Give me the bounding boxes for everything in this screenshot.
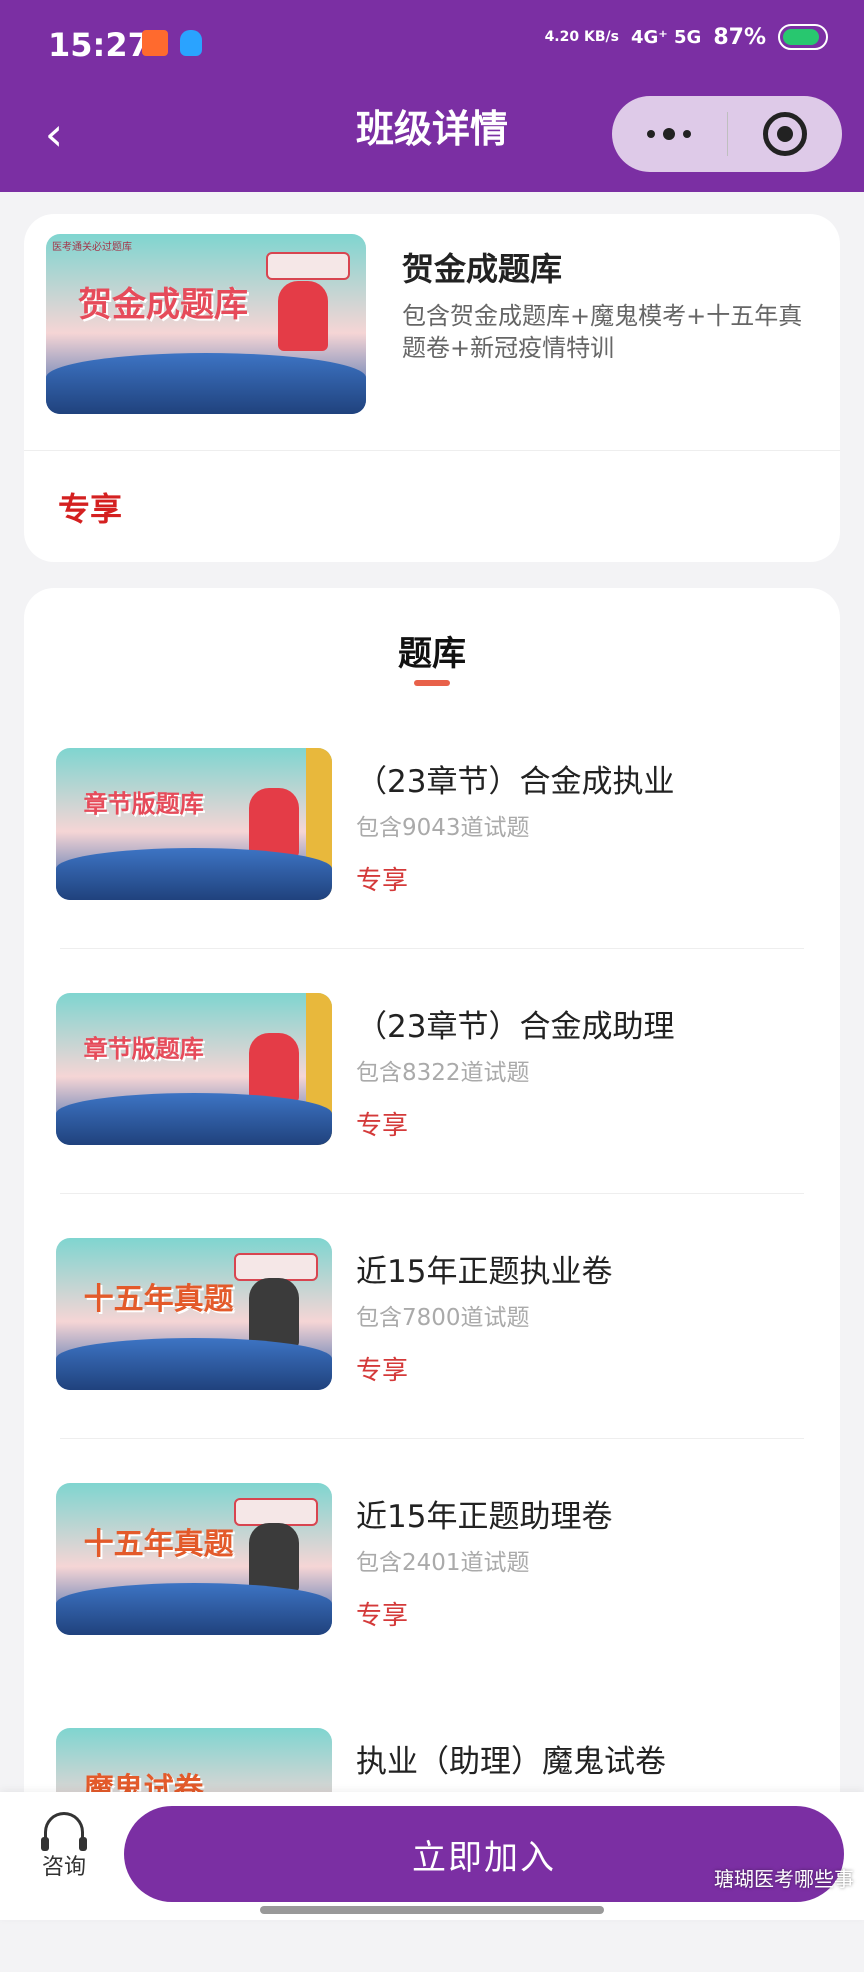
divider	[60, 948, 804, 949]
cover-wave	[56, 1093, 332, 1145]
item-title: （23章节）合金成助理	[356, 1009, 675, 1045]
question-bank-card: 题库 章节版题库 （23章节）合金成执业 包含9043道试题 专享 章节版题库 …	[24, 588, 840, 1920]
item-cover-image: 十五年真题	[56, 1238, 332, 1390]
cover-title: 十五年真题	[83, 1527, 234, 1563]
battery-icon	[778, 24, 828, 50]
item-count: 包含7800道试题	[356, 1305, 530, 1331]
divider	[60, 1438, 804, 1439]
item-title: 执业（助理）魔鬼试卷	[356, 1744, 666, 1780]
exclusive-badge: 专享	[58, 490, 123, 528]
top-header: 15:27 4.20 KB/s 4G⁺ 5G 87% ‹ 班级详情	[0, 0, 864, 192]
app-notification-icon	[142, 30, 168, 56]
course-cover-image: 医考通关必过题库 贺金成题库	[46, 234, 366, 414]
consult-button[interactable]: 咨询	[34, 1812, 94, 1881]
item-title: （23章节）合金成执业	[356, 764, 675, 800]
cover-title: 贺金成题库	[78, 285, 248, 326]
cover-wave	[56, 848, 332, 900]
cover-figure	[248, 1522, 299, 1593]
target-icon	[762, 112, 807, 156]
dot-icon	[663, 128, 676, 140]
bottom-action-bar: 咨询 立即加入 瑭瑚医考哪些事	[0, 1792, 864, 1920]
headset-icon	[41, 1812, 87, 1851]
exclusive-badge: 专享	[356, 1601, 409, 1631]
course-description: 包含贺金成题库+魔鬼模考+十五年真题卷+新冠疫情特训	[402, 302, 803, 362]
miniprogram-capsule	[612, 96, 842, 172]
cover-title: 章节版题库	[83, 789, 204, 819]
battery-level: 87%	[713, 24, 766, 50]
list-item[interactable]: 章节版题库 （23章节）合金成助理 包含8322道试题 专享	[24, 993, 840, 1237]
more-menu-button[interactable]	[612, 96, 727, 172]
cover-wave	[56, 1583, 332, 1635]
cover-figure	[248, 1032, 299, 1103]
qq-notification-icon	[180, 30, 202, 56]
consult-label: 咨询	[41, 1855, 86, 1880]
divider	[60, 1193, 804, 1194]
course-summary-card: 医考通关必过题库 贺金成题库 贺金成题库 包含贺金成题库+魔鬼模考+十五年真题卷…	[24, 214, 840, 562]
item-count: 包含9043道试题	[356, 815, 530, 841]
watermark: 瑭瑚医考哪些事	[714, 1867, 854, 1891]
cover-wave	[46, 352, 366, 414]
cover-banner	[234, 1498, 319, 1527]
dot-icon	[683, 130, 692, 138]
cover-figure	[277, 280, 328, 351]
section-title: 题库	[398, 634, 466, 674]
cover-wave	[56, 1338, 332, 1390]
section-underline	[414, 680, 450, 686]
item-count: 包含8322道试题	[356, 1060, 530, 1086]
list-item[interactable]: 十五年真题 近15年正题助理卷 包含2401道试题 专享	[24, 1483, 840, 1727]
course-title: 贺金成题库	[402, 250, 563, 288]
cover-title: 章节版题库	[83, 1034, 204, 1064]
item-count: 包含2401道试题	[356, 1550, 530, 1576]
network-speed: 4.20 KB/s	[544, 29, 619, 45]
cover-banner	[266, 252, 350, 280]
status-time: 15:27	[48, 26, 150, 64]
signal-indicator: 4G⁺ 5G	[630, 26, 702, 48]
cover-title: 十五年真题	[83, 1282, 234, 1318]
divider	[24, 450, 840, 451]
item-cover-image: 十五年真题	[56, 1483, 332, 1635]
close-miniprogram-button[interactable]	[728, 96, 843, 172]
item-cover-image: 章节版题库	[56, 748, 332, 900]
item-cover-image: 章节版题库	[56, 993, 332, 1145]
item-title: 近15年正题执业卷	[356, 1254, 613, 1290]
list-item[interactable]: 十五年真题 近15年正题执业卷 包含7800道试题 专享	[24, 1238, 840, 1482]
exclusive-badge: 专享	[356, 866, 409, 896]
home-indicator[interactable]	[260, 1906, 604, 1914]
exclusive-badge: 专享	[356, 1356, 409, 1386]
cover-banner	[234, 1253, 319, 1282]
dot-icon	[647, 130, 656, 138]
exclusive-badge: 专享	[356, 1111, 409, 1141]
item-title: 近15年正题助理卷	[356, 1499, 613, 1535]
list-item[interactable]: 章节版题库 （23章节）合金成执业 包含9043道试题 专享	[24, 748, 840, 992]
cover-figure	[248, 787, 299, 858]
status-indicators: 4.20 KB/s 4G⁺ 5G 87%	[545, 24, 828, 50]
cover-tag: 医考通关必过题库	[52, 242, 132, 253]
cover-figure	[248, 1277, 299, 1348]
